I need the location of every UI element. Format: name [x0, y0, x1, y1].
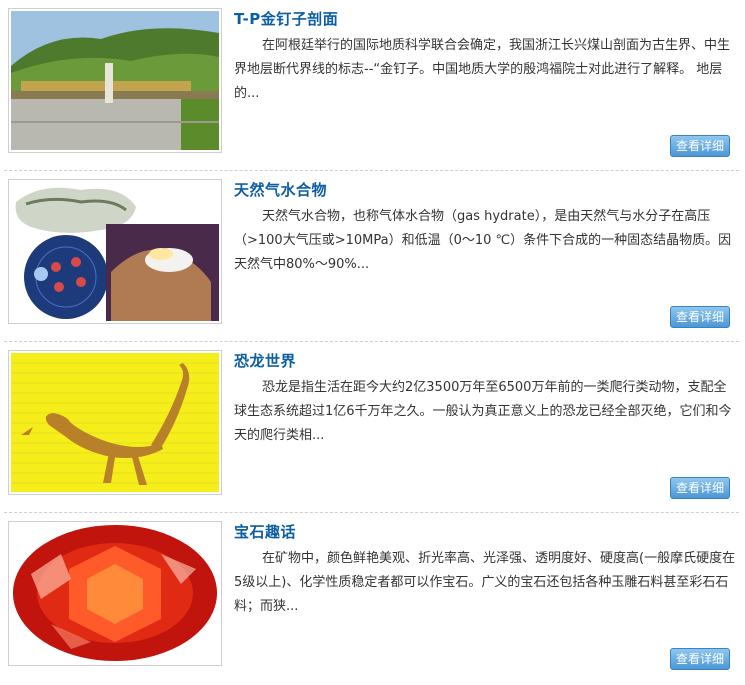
article-description: 在阿根廷举行的国际地质科学联合会确定，我国浙江长兴煤山剖面为古生界、中生界地层断… — [234, 38, 731, 101]
dinosaur-thumbnail[interactable] — [8, 350, 222, 495]
golden-spike-thumbnail[interactable] — [8, 8, 222, 153]
article-title[interactable]: 宝石趣话 — [234, 521, 296, 542]
gas-hydrate-thumbnail[interactable] — [8, 179, 222, 324]
dinosaur-skeleton-image — [11, 353, 219, 492]
view-details-button[interactable]: 查看详细 — [670, 477, 730, 499]
article-title[interactable]: 天然气水合物 — [234, 179, 327, 200]
article-description: 在矿物中，颜色鲜艳美观、折光率高、光泽强、透明度好、硬度高(一般摩氏硬度在5级以… — [234, 551, 736, 614]
article-description: 天然气水合物，也称气体水合物（gas hydrate），是由天然气与水分子在高压… — [234, 209, 732, 272]
view-details-button[interactable]: 查看详细 — [670, 306, 730, 328]
article-list: T-P金钉子剖面 在阿根廷举行的国际地质科学联合会确定，我国浙江长兴煤山剖面为古… — [0, 0, 745, 685]
list-item: 天然气水合物 天然气水合物，也称气体水合物（gas hydrate），是由天然气… — [0, 171, 745, 342]
article-title[interactable]: T-P金钉子剖面 — [234, 8, 338, 29]
list-item: 宝石趣话 在矿物中，颜色鲜艳美观、折光率高、光泽强、透明度好、硬度高(一般摩氏硬… — [0, 513, 745, 684]
golden-spike-monument-image — [11, 11, 219, 150]
list-item: T-P金钉子剖面 在阿根廷举行的国际地质科学联合会确定，我国浙江长兴煤山剖面为古… — [0, 0, 745, 171]
view-details-button[interactable]: 查看详细 — [670, 648, 730, 670]
article-title[interactable]: 恐龙世界 — [234, 350, 296, 371]
gemstone-thumbnail[interactable] — [8, 521, 222, 666]
article-description: 恐龙是指生活在距今大约2亿3500万年至6500万年前的一类爬行类动物，支配全球… — [234, 380, 732, 443]
view-details-button[interactable]: 查看详细 — [670, 135, 730, 157]
red-gemstone-image — [11, 524, 219, 663]
gas-hydrate-image — [11, 182, 219, 321]
list-item: 恐龙世界 恐龙是指生活在距今大约2亿3500万年至6500万年前的一类爬行类动物… — [0, 342, 745, 513]
